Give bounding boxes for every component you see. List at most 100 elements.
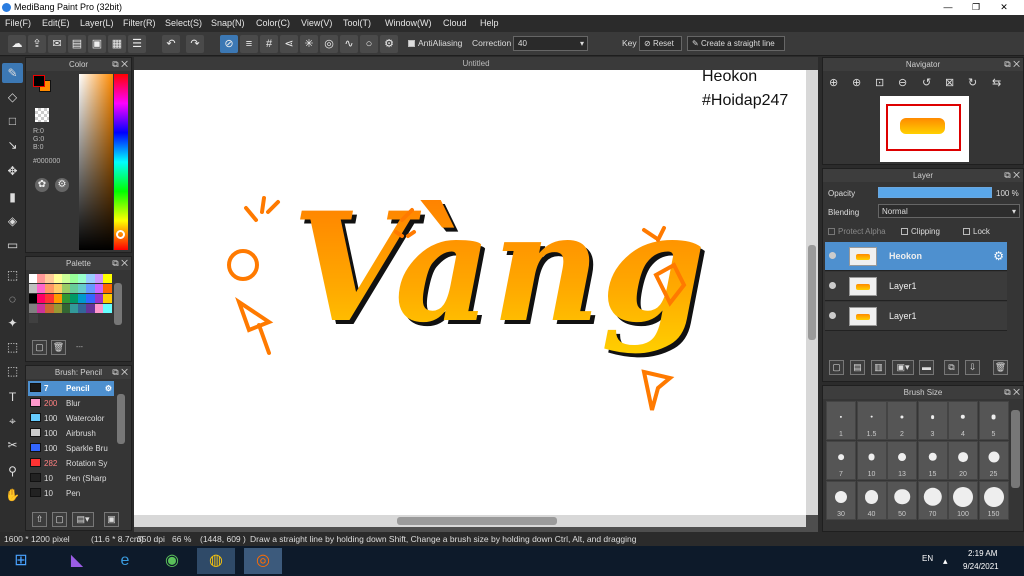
redo-icon[interactable]: ↷ — [186, 35, 204, 53]
visibility-icon[interactable] — [829, 252, 836, 259]
ellipse-snap-icon[interactable]: ○ — [360, 35, 378, 53]
gradient-tool-icon[interactable]: ▭ — [2, 235, 23, 255]
horizontal-scrollbar[interactable] — [134, 515, 806, 527]
new-halftone-layer-icon[interactable]: ▤ — [850, 360, 865, 375]
fit-icon[interactable]: ⊡ — [875, 76, 884, 89]
brush-size-option[interactable]: 10 — [856, 441, 887, 480]
brush-item[interactable]: 282 Rotation Sy — [28, 456, 114, 471]
select-tool-icon[interactable]: ⬚ — [2, 265, 23, 285]
chrome-icon[interactable]: ◍ — [197, 548, 235, 574]
brush-size-option[interactable]: 3 — [917, 401, 948, 440]
pen-tool-icon[interactable]: ↘ — [2, 135, 23, 155]
show-hidden-icons-icon[interactable]: ▴ — [943, 556, 948, 567]
brush-settings-icon[interactable]: ⚙ — [105, 381, 112, 396]
primary-color-swatch[interactable] — [33, 75, 45, 87]
blending-select[interactable]: Normal ▾ — [878, 204, 1020, 218]
list-icon[interactable]: ☰ — [128, 35, 146, 53]
document-tab[interactable]: Untitled — [134, 57, 818, 70]
brush-item[interactable]: 10 Pen (Sharp — [28, 471, 114, 486]
lock-checkbox[interactable] — [963, 228, 970, 235]
lock-toggle[interactable]: Lock — [963, 227, 990, 236]
correction-select[interactable]: 40 ▾ — [513, 36, 588, 51]
clipping-checkbox[interactable] — [901, 228, 908, 235]
palette-swatch[interactable] — [102, 304, 112, 313]
palette-picker-icon[interactable]: ✿ — [35, 178, 49, 192]
cloud-icon[interactable]: ☁ — [8, 35, 26, 53]
brush-size-option[interactable]: 7 — [826, 441, 856, 480]
select-eraser-icon[interactable]: ⬚ — [2, 361, 23, 381]
brush-size-option[interactable]: 1.5 — [856, 401, 887, 440]
protect-alpha-toggle[interactable]: Protect Alpha — [828, 227, 886, 236]
page-icon[interactable]: ▣ — [88, 35, 106, 53]
menu-tool[interactable]: Tool(T) — [343, 18, 371, 28]
add-palette-icon[interactable]: ▢ — [32, 340, 47, 355]
bucket-tool-icon[interactable]: ◈ — [2, 211, 23, 231]
magic-wand-icon[interactable]: ✦ — [2, 313, 23, 333]
move-tool-icon[interactable]: ✥ — [2, 161, 23, 181]
brush-item[interactable]: 100 Sparkle Bru — [28, 441, 114, 456]
menu-color[interactable]: Color(C) — [256, 18, 290, 28]
menu-view[interactable]: View(V) — [301, 18, 332, 28]
layer-menu-icon[interactable]: ▣▾ — [892, 360, 914, 375]
reset-button[interactable]: ⊘ Reset — [639, 36, 682, 51]
brush-size-option[interactable]: 4 — [948, 401, 978, 440]
flip-icon[interactable]: ⇆ — [992, 76, 1001, 89]
zoom-in-icon[interactable]: ⊕ — [852, 76, 861, 89]
brush-size-option[interactable]: 15 — [917, 441, 948, 480]
brush-size-option[interactable]: 13 — [887, 441, 917, 480]
layer-settings-icon[interactable]: ⚙ — [993, 249, 1004, 263]
hand-tool-icon[interactable]: ✋ — [2, 485, 23, 505]
delete-palette-icon[interactable]: 🗑 — [51, 340, 66, 355]
palette-swatch[interactable] — [102, 284, 112, 293]
brush-size-option[interactable]: 1 — [826, 401, 856, 440]
undo-icon[interactable]: ↶ — [162, 35, 180, 53]
opacity-slider[interactable] — [878, 187, 992, 198]
new-layer-icon[interactable]: ▢ — [829, 360, 844, 375]
brush-size-option[interactable]: 30 — [826, 481, 856, 520]
divide-tool-icon[interactable]: ✂ — [2, 435, 23, 455]
text-tool-icon[interactable]: T — [2, 387, 23, 407]
close-icon[interactable]: ⧉ ✕ — [1004, 386, 1020, 399]
parallel-snap-icon[interactable]: ≡ — [240, 35, 258, 53]
curve-snap-icon[interactable]: ∿ — [340, 35, 358, 53]
brush-item[interactable]: 200 Blur — [28, 396, 114, 411]
close-icon[interactable]: ⧉ ✕ — [112, 257, 128, 270]
start-button-icon[interactable]: ⊞ — [2, 548, 40, 574]
clipping-toggle[interactable]: Clipping — [901, 227, 940, 236]
document-icon[interactable]: ▤ — [68, 35, 86, 53]
antialiasing-toggle[interactable]: AntiAliasing — [408, 38, 462, 48]
drawing-canvas[interactable]: Heokon #Hoidap247 Vàng Vàng — [134, 70, 806, 515]
zoom-out-icon[interactable]: ⊖ — [898, 76, 907, 89]
brush-size-scrollbar[interactable] — [1011, 410, 1020, 488]
brush-item[interactable]: 7 Pencil ⚙ — [28, 381, 114, 396]
palette-scrollbar[interactable] — [114, 283, 122, 325]
minimize-button[interactable]: — — [934, 0, 962, 14]
close-icon[interactable]: ⧉ ✕ — [1004, 58, 1020, 71]
visibility-icon[interactable] — [829, 312, 836, 319]
clock-time[interactable]: 2:19 AM — [968, 549, 997, 558]
internet-explorer-icon[interactable]: e — [106, 548, 144, 574]
vanishing-snap-icon[interactable]: ⋖ — [280, 35, 298, 53]
brush-size-option[interactable]: 70 — [917, 481, 948, 520]
hue-handle[interactable] — [116, 230, 125, 239]
medibang-taskbar-icon[interactable]: ◎ — [244, 548, 282, 574]
menu-edit[interactable]: Edit(E) — [42, 18, 70, 28]
merge-layer-icon[interactable]: ⇩ — [965, 360, 980, 375]
brush-item[interactable]: 100 Watercolor — [28, 411, 114, 426]
operation-tool-icon[interactable]: ⌖ — [2, 411, 23, 431]
saturation-value-picker[interactable] — [79, 74, 113, 250]
vertical-scroll-thumb[interactable] — [808, 245, 816, 340]
zoom-in-icon[interactable]: ⊕ — [829, 76, 838, 89]
brush-menu-icon[interactable]: ▤▾ — [72, 512, 94, 527]
lasso-tool-icon[interactable]: ◌ — [2, 289, 23, 309]
layer-row[interactable]: Layer1 — [825, 302, 1007, 331]
brush-size-option[interactable]: 20 — [948, 441, 978, 480]
straight-line-button[interactable]: ✎ Create a straight line — [687, 36, 785, 51]
share-icon[interactable]: ⇪ — [28, 35, 46, 53]
hue-slider[interactable] — [114, 74, 128, 250]
eyedropper-tool-icon[interactable]: ⚲ — [2, 461, 23, 481]
brush-size-option[interactable]: 50 — [887, 481, 917, 520]
rotate-right-icon[interactable]: ↻ — [968, 76, 977, 89]
brush-tool-icon[interactable]: ✎ — [2, 63, 23, 83]
menu-file[interactable]: File(F) — [5, 18, 31, 28]
